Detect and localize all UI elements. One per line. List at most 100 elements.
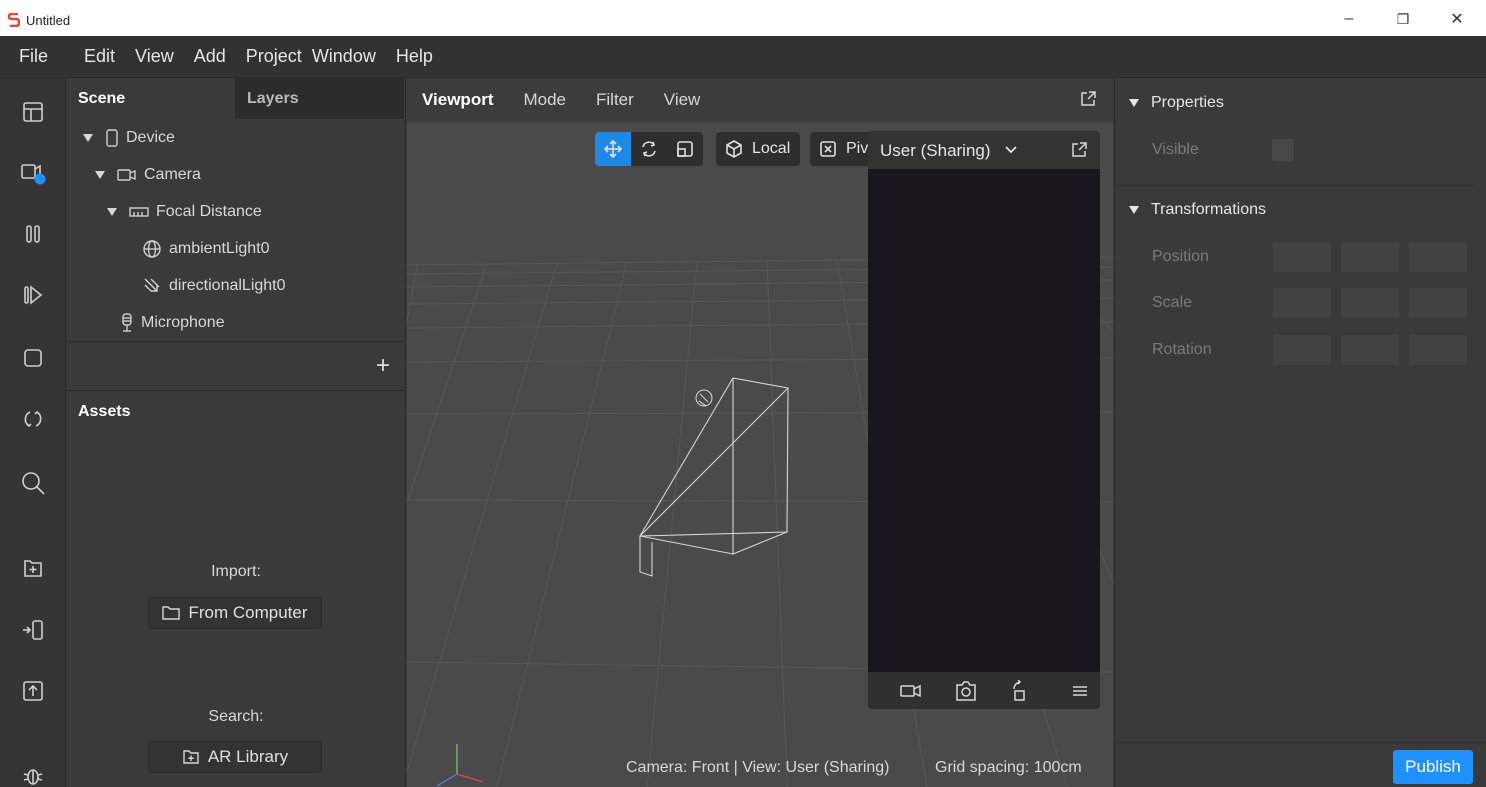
upload-icon[interactable]: [20, 678, 46, 704]
rotate-icon: [642, 141, 656, 157]
app-logo-icon: [8, 13, 20, 27]
grid-spacing-status: Grid spacing: 100cm: [935, 759, 1082, 776]
menu-edit[interactable]: Edit: [74, 46, 125, 67]
menu-icon[interactable]: [1068, 680, 1092, 702]
import-device-icon[interactable]: [20, 617, 46, 643]
rotation-label: Rotation: [1152, 341, 1212, 358]
section-properties[interactable]: Properties: [1129, 94, 1224, 112]
title-bar: Untitled – ❐ ✕: [0, 0, 1486, 36]
local-label: Local: [752, 140, 791, 157]
preview-screen[interactable]: [868, 169, 1100, 672]
tree-label-directional-light: directionalLight0: [169, 277, 286, 294]
scene-panel: Scene Layers Device Camera Focal Distanc…: [66, 78, 406, 390]
library-add-icon: [183, 750, 199, 764]
menu-help[interactable]: Help: [386, 46, 443, 67]
rotation-y-field[interactable]: [1341, 335, 1399, 365]
rotation-z-field[interactable]: [1409, 335, 1467, 365]
tree-item-directional-light[interactable]: directionalLight0: [142, 271, 286, 301]
scale-icon: [677, 141, 693, 157]
tab-viewport[interactable]: Viewport: [407, 90, 508, 110]
expand-arrow-icon[interactable]: [83, 134, 93, 142]
cube-icon: [716, 132, 752, 166]
scene-footer: +: [66, 341, 406, 390]
menu-file[interactable]: File: [0, 46, 74, 67]
minimize-button[interactable]: –: [1334, 8, 1364, 30]
bug-icon[interactable]: [20, 762, 46, 787]
visible-checkbox[interactable]: [1272, 139, 1294, 161]
move-tool-button[interactable]: [595, 132, 631, 166]
tab-layers[interactable]: Layers: [235, 78, 404, 119]
rotation-x-field[interactable]: [1273, 335, 1331, 365]
tree-item-focal-distance[interactable]: Focal Distance: [107, 197, 262, 227]
expand-arrow-icon[interactable]: [95, 171, 105, 179]
tree-label-camera: Camera: [144, 166, 201, 183]
search-label: Search:: [208, 708, 264, 725]
tree-item-device[interactable]: Device: [83, 123, 175, 153]
window-title: Untitled: [26, 13, 71, 28]
camera-status: Camera: Front | View: User (Sharing): [626, 759, 890, 776]
camera-wireframe: [639, 377, 789, 577]
from-computer-button[interactable]: From Computer: [148, 597, 322, 629]
menu-add[interactable]: Add: [184, 46, 236, 67]
viewport-panel[interactable]: Viewport Mode Filter View Local Piv User…: [407, 78, 1113, 787]
assets-panel: Assets Import: From Computer Search: AR …: [66, 390, 406, 787]
expand-arrow-icon[interactable]: [107, 208, 117, 216]
tab-filter[interactable]: Filter: [581, 90, 649, 110]
position-label: Position: [1152, 248, 1209, 265]
tab-scene[interactable]: Scene: [66, 78, 235, 119]
step-forward-icon[interactable]: [20, 282, 46, 308]
menu-view[interactable]: View: [125, 46, 184, 67]
scale-z-field[interactable]: [1409, 288, 1467, 318]
video-record-icon[interactable]: [20, 160, 46, 186]
preview-popout-icon[interactable]: [1070, 141, 1088, 163]
viewport-tabs: Viewport Mode Filter View: [407, 78, 1113, 122]
menu-window[interactable]: Window: [312, 46, 386, 67]
popout-icon[interactable]: [1079, 90, 1097, 112]
position-z-field[interactable]: [1409, 242, 1467, 272]
close-button[interactable]: ✕: [1442, 8, 1472, 30]
tree-label-microphone: Microphone: [141, 314, 225, 331]
footer-divider: [1115, 742, 1486, 743]
microphone-icon: [120, 313, 134, 333]
ar-library-button[interactable]: AR Library: [148, 741, 322, 773]
chevron-down-icon[interactable]: [1004, 143, 1018, 157]
search-icon[interactable]: [20, 470, 46, 496]
globe-icon: [142, 239, 162, 259]
device-preview: User (Sharing): [868, 131, 1100, 709]
tree-label-ambient-light: ambientLight0: [169, 240, 270, 257]
refresh-icon[interactable]: [20, 406, 46, 432]
restore-button[interactable]: ❐: [1388, 8, 1418, 30]
tree-item-ambient-light[interactable]: ambientLight0: [142, 234, 270, 264]
ruler-icon: [129, 206, 149, 218]
add-object-button[interactable]: +: [376, 352, 390, 380]
publish-button[interactable]: Publish: [1393, 750, 1473, 784]
layout-icon[interactable]: [20, 99, 46, 125]
properties-heading: Properties: [1151, 94, 1224, 111]
scale-x-field[interactable]: [1273, 288, 1331, 318]
scale-y-field[interactable]: [1341, 288, 1399, 318]
pause-icon[interactable]: [20, 221, 46, 247]
space-toggle[interactable]: Local: [716, 132, 801, 166]
add-folder-icon[interactable]: [20, 555, 46, 581]
section-transformations[interactable]: Transformations: [1129, 201, 1266, 219]
position-x-field[interactable]: [1273, 242, 1331, 272]
tree-label-focal-distance: Focal Distance: [156, 203, 262, 220]
tab-view[interactable]: View: [649, 90, 716, 110]
rotate-tool-button[interactable]: [631, 132, 667, 166]
position-y-field[interactable]: [1341, 242, 1399, 272]
tree-label-device: Device: [126, 129, 175, 146]
section-divider: [1115, 185, 1473, 186]
transformations-heading: Transformations: [1151, 201, 1266, 218]
tab-mode[interactable]: Mode: [508, 90, 581, 110]
video-camera-icon[interactable]: [899, 680, 923, 702]
preview-controls: [868, 672, 1100, 709]
scale-label: Scale: [1152, 294, 1193, 311]
tree-item-microphone[interactable]: Microphone: [120, 308, 225, 338]
rotate-device-icon[interactable]: [1008, 680, 1032, 702]
menu-project[interactable]: Project: [236, 46, 312, 67]
switch-camera-icon[interactable]: [954, 680, 978, 702]
tree-item-camera[interactable]: Camera: [95, 160, 201, 190]
preview-view-select[interactable]: User (Sharing): [880, 141, 991, 161]
scale-tool-button[interactable]: [667, 132, 703, 166]
stop-icon[interactable]: [20, 345, 46, 371]
